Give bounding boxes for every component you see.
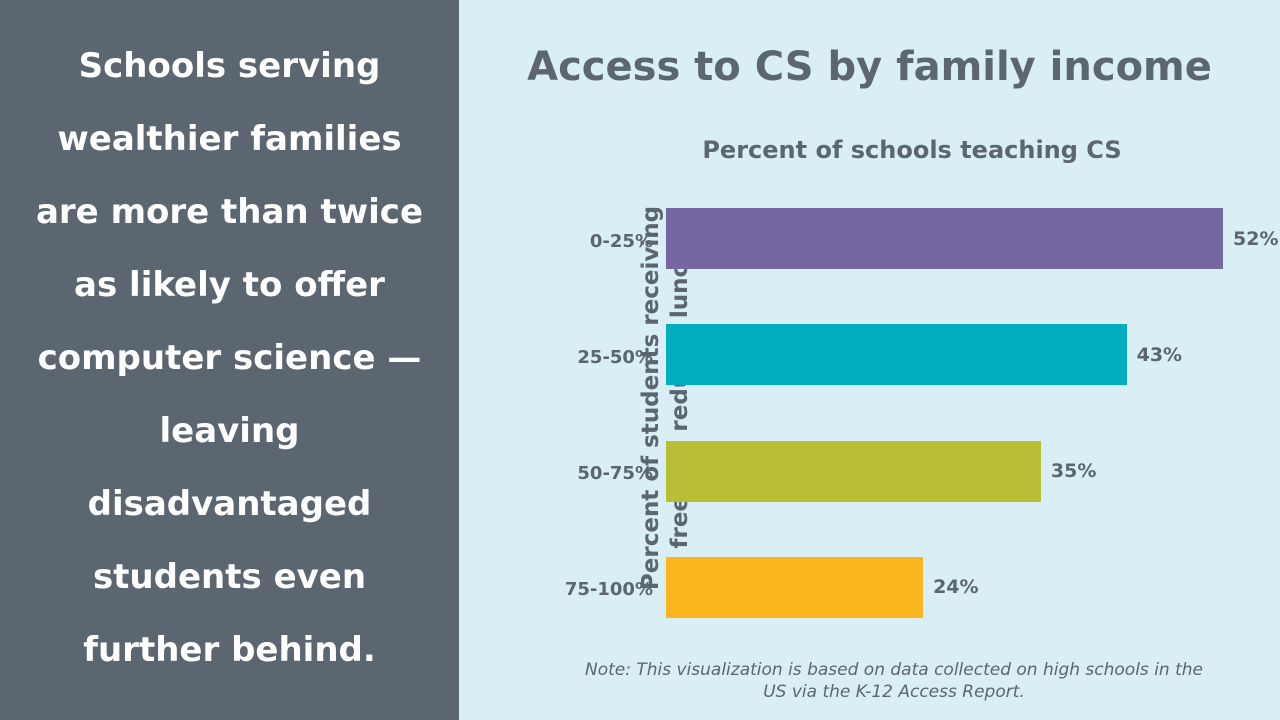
- statement-line: are more than twice: [35, 192, 424, 232]
- bar: [666, 324, 1127, 386]
- category-label: 25-50%: [577, 346, 653, 368]
- footnote-line: Note: This visualization is based on dat…: [584, 660, 1203, 680]
- value-label: 43%: [1136, 343, 1183, 366]
- chart-title: Access to CS by family income: [527, 44, 1212, 90]
- bar: [666, 556, 924, 618]
- statement-panel: Schools serving wealthier families are m…: [0, 0, 459, 720]
- statement-line: students even: [92, 557, 367, 597]
- statement-line: further behind.: [83, 630, 376, 670]
- statement-line: computer science —: [37, 338, 422, 378]
- statement-line: Schools serving: [78, 46, 381, 86]
- statement-line: wealthier families: [57, 119, 402, 159]
- value-label: 35%: [1050, 460, 1097, 483]
- value-label: 52%: [1233, 227, 1279, 250]
- footnote: Note: This visualization is based on dat…: [549, 659, 1239, 703]
- bar: [666, 208, 1223, 269]
- chart-panel: Access to CS by family income Percent of…: [459, 0, 1280, 720]
- value-label: 24%: [933, 576, 979, 599]
- bar: [666, 440, 1041, 502]
- statement-line: as likely to offer: [74, 265, 385, 305]
- statement-line: disadvantaged: [87, 484, 372, 524]
- statement-line: leaving: [159, 411, 300, 451]
- category-label: 50-75%: [577, 463, 653, 485]
- chart-subtitle: Percent of schools teaching CS: [702, 136, 1122, 164]
- footnote-line: US via the K-12 Access Report.: [763, 682, 1025, 702]
- category-label: 0-25%: [589, 230, 653, 252]
- category-label: 75-100%: [564, 579, 653, 601]
